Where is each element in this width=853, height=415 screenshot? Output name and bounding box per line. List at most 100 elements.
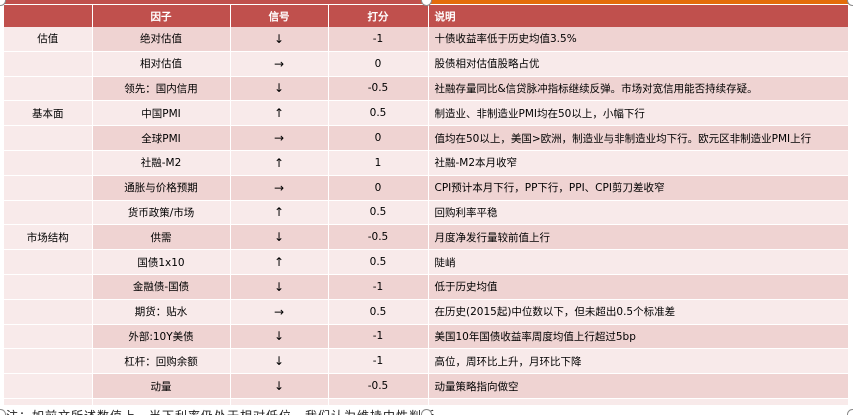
- note-cell: 社融-M2本月收窄: [428, 150, 849, 176]
- signal-arrow-icon: ↑: [230, 150, 329, 176]
- table-row: 相对估值 → 0 股债相对估值股略占优: [4, 51, 849, 77]
- table-row: 基本面 中国PMI ↑ 0.5 制造业、非制造业PMI均在50以上，小幅下行: [4, 100, 849, 127]
- signal-arrow-icon: →: [230, 299, 329, 325]
- category-cell: [4, 175, 93, 201]
- factor-cell: 期货：贴水: [92, 299, 231, 325]
- factor-cell: 货币政策/市场: [92, 200, 231, 226]
- note-cell: 社融存量同比&信贷脉冲指标继续反弹。市场对宽信用能否持续存疑。: [428, 76, 849, 102]
- screenshot-canvas: 因子 信号 打分 说明 估值 绝对估值 ↓ -1 十债收益率低于历史均值3.5%…: [0, 0, 853, 415]
- category-cell: [4, 348, 93, 375]
- note-cell: CPI预计本月下行，PP下行，PPI、CPI剪刀差收窄: [428, 175, 849, 201]
- signal-arrow-icon: →: [230, 125, 329, 151]
- category-cell: [4, 274, 93, 300]
- note-cell: 高位，周环比上升，月环比下降: [428, 348, 849, 375]
- score-cell: -0.5: [328, 76, 429, 102]
- table-header-row: 因子 信号 打分 说明: [4, 5, 849, 27]
- category-cell: 市场结构: [4, 224, 93, 251]
- table-row: 货币政策/市场 ↑ 0.5 回购利率平稳: [4, 200, 849, 226]
- score-cell: 0: [328, 175, 429, 201]
- note-cell: 股债相对估值股略占优: [428, 51, 849, 77]
- factor-cell: 全球PMI: [92, 125, 231, 151]
- score-cell: -0.5: [328, 224, 429, 251]
- category-cell: [4, 324, 93, 350]
- score-cell: 0: [328, 51, 429, 77]
- category-cell: [4, 150, 93, 176]
- signal-arrow-icon: ↓: [230, 76, 329, 102]
- category-cell: 基本面: [4, 100, 93, 127]
- factor-score-table-container[interactable]: 因子 信号 打分 说明 估值 绝对估值 ↓ -1 十债收益率低于历史均值3.5%…: [4, 5, 849, 415]
- table-row: 社融-M2 ↑ 1 社融-M2本月收窄: [4, 150, 849, 176]
- signal-arrow-icon: ↑: [230, 200, 329, 226]
- note-cell: 月度净发行量较前值上行: [428, 224, 849, 251]
- score-cell: -1: [328, 27, 429, 52]
- score-cell: 1: [328, 150, 429, 176]
- factor-cell: 供需: [92, 224, 231, 251]
- category-cell: [4, 51, 93, 77]
- category-cell: 估值: [4, 27, 93, 52]
- cut-off-text: 注：如前文所述数值上，当下利率仍处于相对低位，我们认为维持中性判断: [6, 407, 435, 415]
- factor-cell: 领先：国内信用: [92, 76, 231, 102]
- header-category: [4, 5, 93, 27]
- factor-score-table: 因子 信号 打分 说明 估值 绝对估值 ↓ -1 十债收益率低于历史均值3.5%…: [4, 5, 849, 415]
- score-cell: -1: [328, 274, 429, 300]
- score-cell: 0: [328, 125, 429, 151]
- note-cell: 美国10年国债收益率周度均值上行超过5bp: [428, 324, 849, 350]
- header-score: 打分: [328, 5, 429, 27]
- category-cell: [4, 200, 93, 226]
- note-cell: 动量策略指向做空: [428, 373, 849, 399]
- factor-cell: 社融-M2: [92, 150, 231, 176]
- signal-arrow-icon: ↓: [230, 27, 329, 52]
- signal-arrow-icon: ↑: [230, 100, 329, 127]
- table-row: 金融债-国债 ↓ -1 低于历史均值: [4, 274, 849, 300]
- factor-cell: 外部:10Y美债: [92, 324, 231, 350]
- signal-arrow-icon: →: [230, 175, 329, 201]
- factor-cell: 国债1x10: [92, 249, 231, 275]
- table-row: 杠杆：回购余额 ↓ -1 高位，周环比上升，月环比下降: [4, 348, 849, 375]
- header-factor: 因子: [92, 5, 231, 27]
- signal-arrow-icon: ↓: [230, 324, 329, 350]
- table-row: 领先：国内信用 ↓ -0.5 社融存量同比&信贷脉冲指标继续反弹。市场对宽信用能…: [4, 76, 849, 102]
- note-cell: 值均在50以上，美国>欧洲，制造业与非制造业均下行。欧元区非制造业PMI上行: [428, 125, 849, 151]
- factor-cell: 相对估值: [92, 51, 231, 77]
- category-cell: [4, 299, 93, 325]
- score-cell: 0.5: [328, 299, 429, 325]
- category-cell: [4, 373, 93, 399]
- table-row: 国债1x10 ↑ 0.5 陡峭: [4, 249, 849, 275]
- factor-cell: 中国PMI: [92, 100, 231, 127]
- table-row: 外部:10Y美债 ↓ -1 美国10年国债收益率周度均值上行超过5bp: [4, 324, 849, 350]
- score-cell: 0.5: [328, 100, 429, 127]
- header-signal: 信号: [230, 5, 329, 27]
- signal-arrow-icon: ↓: [230, 224, 329, 251]
- score-cell: 0.5: [328, 249, 429, 275]
- score-cell: 0.5: [328, 200, 429, 226]
- resize-handle-bottom-center[interactable]: [421, 409, 432, 415]
- signal-arrow-icon: ↑: [230, 249, 329, 275]
- score-cell: -1: [328, 324, 429, 350]
- note-cell: 回购利率平稳: [428, 200, 849, 226]
- factor-cell: 动量: [92, 373, 231, 399]
- score-cell: -1: [328, 348, 429, 375]
- table-row: 动量 ↓ -0.5 动量策略指向做空: [4, 373, 849, 399]
- header-note: 说明: [428, 5, 849, 27]
- signal-arrow-icon: ↓: [230, 373, 329, 399]
- table-row: 市场结构 供需 ↓ -0.5 月度净发行量较前值上行: [4, 224, 849, 251]
- category-cell: [4, 76, 93, 102]
- note-cell: 十债收益率低于历史均值3.5%: [428, 27, 849, 52]
- factor-cell: 通胀与价格预期: [92, 175, 231, 201]
- table-row: 全球PMI → 0 值均在50以上，美国>欧洲，制造业与非制造业均下行。欧元区非…: [4, 125, 849, 151]
- score-cell: -0.5: [328, 373, 429, 399]
- factor-cell: 金融债-国债: [92, 274, 231, 300]
- signal-arrow-icon: ↓: [230, 348, 329, 375]
- factor-cell: 杠杆：回购余额: [92, 348, 231, 375]
- table-row: 期货：贴水 → 0.5 在历史(2015起)中位数以下，但未超出0.5个标准差: [4, 299, 849, 325]
- category-cell: [4, 125, 93, 151]
- note-cell: 陡峭: [428, 249, 849, 275]
- factor-cell: 绝对估值: [92, 27, 231, 52]
- note-cell: 在历史(2015起)中位数以下，但未超出0.5个标准差: [428, 299, 849, 325]
- table-row: 通胀与价格预期 → 0 CPI预计本月下行，PP下行，PPI、CPI剪刀差收窄: [4, 175, 849, 201]
- note-cell: 低于历史均值: [428, 274, 849, 300]
- signal-arrow-icon: ↓: [230, 274, 329, 300]
- category-cell: [4, 249, 93, 275]
- resize-handle-bottom-right[interactable]: [847, 409, 853, 415]
- signal-arrow-icon: →: [230, 51, 329, 77]
